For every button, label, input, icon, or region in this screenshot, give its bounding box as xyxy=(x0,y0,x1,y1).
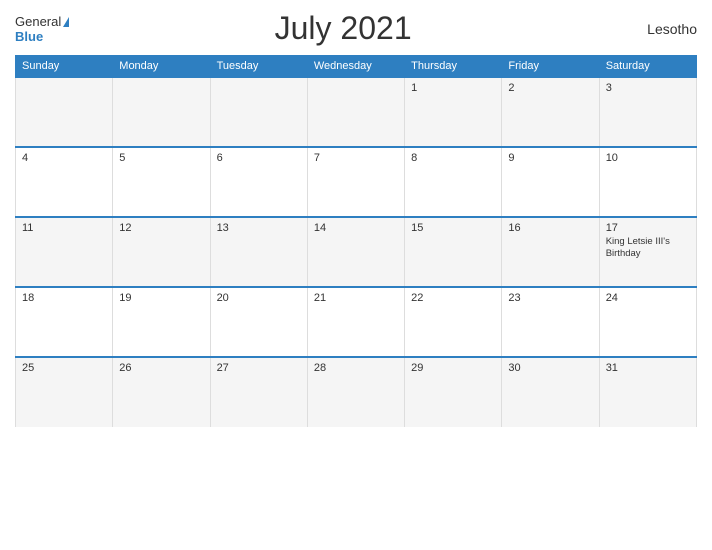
calendar-day-cell: 30 xyxy=(502,357,599,427)
calendar-day-cell: 11 xyxy=(16,217,113,287)
calendar-day-cell: 28 xyxy=(307,357,404,427)
day-number: 4 xyxy=(22,152,106,164)
day-number: 11 xyxy=(22,222,106,234)
day-number: 20 xyxy=(217,292,301,304)
day-number: 30 xyxy=(508,362,592,374)
calendar-day-cell: 9 xyxy=(502,147,599,217)
day-number: 31 xyxy=(606,362,690,374)
calendar-tbody: 1234567891011121314151617King Letsie III… xyxy=(16,77,697,427)
calendar-day-cell: 23 xyxy=(502,287,599,357)
logo-general-label: General xyxy=(15,14,61,29)
day-number: 1 xyxy=(411,82,495,94)
day-number: 21 xyxy=(314,292,398,304)
calendar-day-cell: 31 xyxy=(599,357,696,427)
calendar-day-cell: 16 xyxy=(502,217,599,287)
calendar-day-cell: 29 xyxy=(405,357,502,427)
calendar-day-cell: 18 xyxy=(16,287,113,357)
calendar-week-row: 1 2 3 xyxy=(16,77,697,147)
day-number: 27 xyxy=(217,362,301,374)
calendar-day-cell: 12 xyxy=(113,217,210,287)
weekday-header-cell: Wednesday xyxy=(307,56,404,78)
day-number: 16 xyxy=(508,222,592,234)
day-number: 10 xyxy=(606,152,690,164)
day-number: 22 xyxy=(411,292,495,304)
weekday-header-cell: Saturday xyxy=(599,56,696,78)
weekday-header-cell: Tuesday xyxy=(210,56,307,78)
event-text: King Letsie III's Birthday xyxy=(606,236,690,261)
day-number: 26 xyxy=(119,362,203,374)
day-number: 6 xyxy=(217,152,301,164)
calendar-day-cell: 26 xyxy=(113,357,210,427)
calendar-week-row: 25 26 27 28 29 30 31 xyxy=(16,357,697,427)
calendar-day-cell: 22 xyxy=(405,287,502,357)
country-label: Lesotho xyxy=(617,21,697,37)
logo-general-text: General xyxy=(15,14,69,30)
calendar-day-cell: 19 xyxy=(113,287,210,357)
weekday-header-cell: Monday xyxy=(113,56,210,78)
calendar-day-cell: 13 xyxy=(210,217,307,287)
weekday-header-cell: Sunday xyxy=(16,56,113,78)
calendar-day-cell: 2 xyxy=(502,77,599,147)
weekday-header-cell: Friday xyxy=(502,56,599,78)
calendar-day-cell: 14 xyxy=(307,217,404,287)
calendar-day-cell xyxy=(16,77,113,147)
weekday-header-cell: Thursday xyxy=(405,56,502,78)
day-number: 23 xyxy=(508,292,592,304)
logo: General Blue xyxy=(15,14,69,43)
calendar-week-row: 4 5 6 7 8 9 10 xyxy=(16,147,697,217)
calendar-day-cell xyxy=(210,77,307,147)
month-title: July 2021 xyxy=(69,10,617,47)
day-number: 15 xyxy=(411,222,495,234)
calendar-day-cell: 3 xyxy=(599,77,696,147)
calendar-thead: SundayMondayTuesdayWednesdayThursdayFrid… xyxy=(16,56,697,78)
day-number: 13 xyxy=(217,222,301,234)
day-number: 5 xyxy=(119,152,203,164)
calendar-header: General Blue July 2021 Lesotho xyxy=(15,10,697,47)
weekday-header-row: SundayMondayTuesdayWednesdayThursdayFrid… xyxy=(16,56,697,78)
calendar-day-cell xyxy=(307,77,404,147)
day-number: 12 xyxy=(119,222,203,234)
day-number: 18 xyxy=(22,292,106,304)
calendar-day-cell: 5 xyxy=(113,147,210,217)
day-number: 7 xyxy=(314,152,398,164)
day-number: 3 xyxy=(606,82,690,94)
calendar-day-cell: 20 xyxy=(210,287,307,357)
day-number: 8 xyxy=(411,152,495,164)
logo-blue-label: Blue xyxy=(15,30,43,43)
day-number: 17 xyxy=(606,222,690,234)
calendar-day-cell: 17 King Letsie III's Birthday xyxy=(599,217,696,287)
calendar-week-row: 18 19 20 21 22 23 24 xyxy=(16,287,697,357)
calendar-day-cell: 27 xyxy=(210,357,307,427)
calendar-day-cell: 6 xyxy=(210,147,307,217)
day-number: 19 xyxy=(119,292,203,304)
calendar-table: SundayMondayTuesdayWednesdayThursdayFrid… xyxy=(15,55,697,427)
calendar-day-cell: 25 xyxy=(16,357,113,427)
day-number: 14 xyxy=(314,222,398,234)
day-number: 25 xyxy=(22,362,106,374)
calendar-day-cell: 10 xyxy=(599,147,696,217)
calendar-day-cell: 4 xyxy=(16,147,113,217)
calendar-day-cell xyxy=(113,77,210,147)
calendar-day-cell: 7 xyxy=(307,147,404,217)
day-number: 28 xyxy=(314,362,398,374)
day-number: 29 xyxy=(411,362,495,374)
calendar-week-row: 11 12 13 14 15 16 17 King Letsie III's Birthday xyxy=(16,217,697,287)
calendar-day-cell: 8 xyxy=(405,147,502,217)
calendar-day-cell: 24 xyxy=(599,287,696,357)
day-number: 2 xyxy=(508,82,592,94)
day-number: 9 xyxy=(508,152,592,164)
calendar-day-cell: 15 xyxy=(405,217,502,287)
calendar-day-cell: 1 xyxy=(405,77,502,147)
day-number: 24 xyxy=(606,292,690,304)
calendar-container: General Blue July 2021 Lesotho SundayMon… xyxy=(0,0,712,550)
calendar-day-cell: 21 xyxy=(307,287,404,357)
